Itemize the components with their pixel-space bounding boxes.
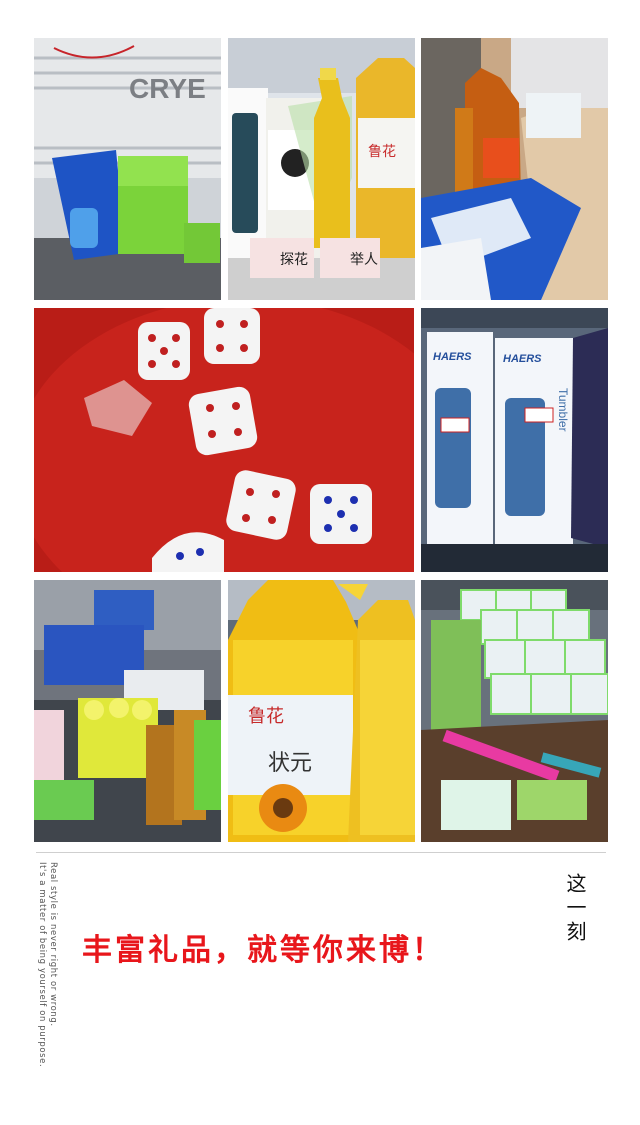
slogan-line-1: Real style is never right or wrong. (48, 862, 58, 1027)
svg-text:HAERS: HAERS (503, 353, 542, 365)
divider-line (36, 852, 606, 853)
this-moment-label: 这一刻 (563, 873, 587, 945)
photo-sunflower-oil: 鲁花 状元 (228, 580, 415, 842)
svg-text:Tumbler: Tumbler (556, 388, 570, 432)
slogan-vertical-text: Real style is never right or wrong. It's… (28, 862, 58, 1068)
svg-text:鲁花: 鲁花 (368, 144, 396, 160)
headline: 丰富礼品，就等你来博！ (82, 933, 445, 968)
photo-dice-red-plate (34, 308, 414, 572)
photo-tissue-stack-toothbrushes (421, 580, 608, 842)
svg-text:HAERS: HAERS (433, 351, 472, 363)
die (138, 322, 190, 380)
svg-text:状元: 状元 (268, 751, 312, 776)
svg-text:CRYE: CRYE (129, 73, 206, 104)
photo-tumbler-boxes: HAERS HAERS Tumbler (421, 308, 608, 572)
slogan-line-2: It's a matter of being yourself on purpo… (37, 862, 47, 1068)
photo-toothpaste-oil-awards: 鲁花 探花 举人 (228, 38, 415, 300)
photo-prize-table (34, 580, 221, 842)
photo-soap-tissues: CRYE (34, 38, 221, 300)
svg-text:举人: 举人 (350, 252, 378, 268)
photo-oil-bottles-table (421, 38, 608, 300)
svg-text:探花: 探花 (280, 252, 308, 268)
svg-text:鲁花: 鲁花 (248, 706, 284, 727)
